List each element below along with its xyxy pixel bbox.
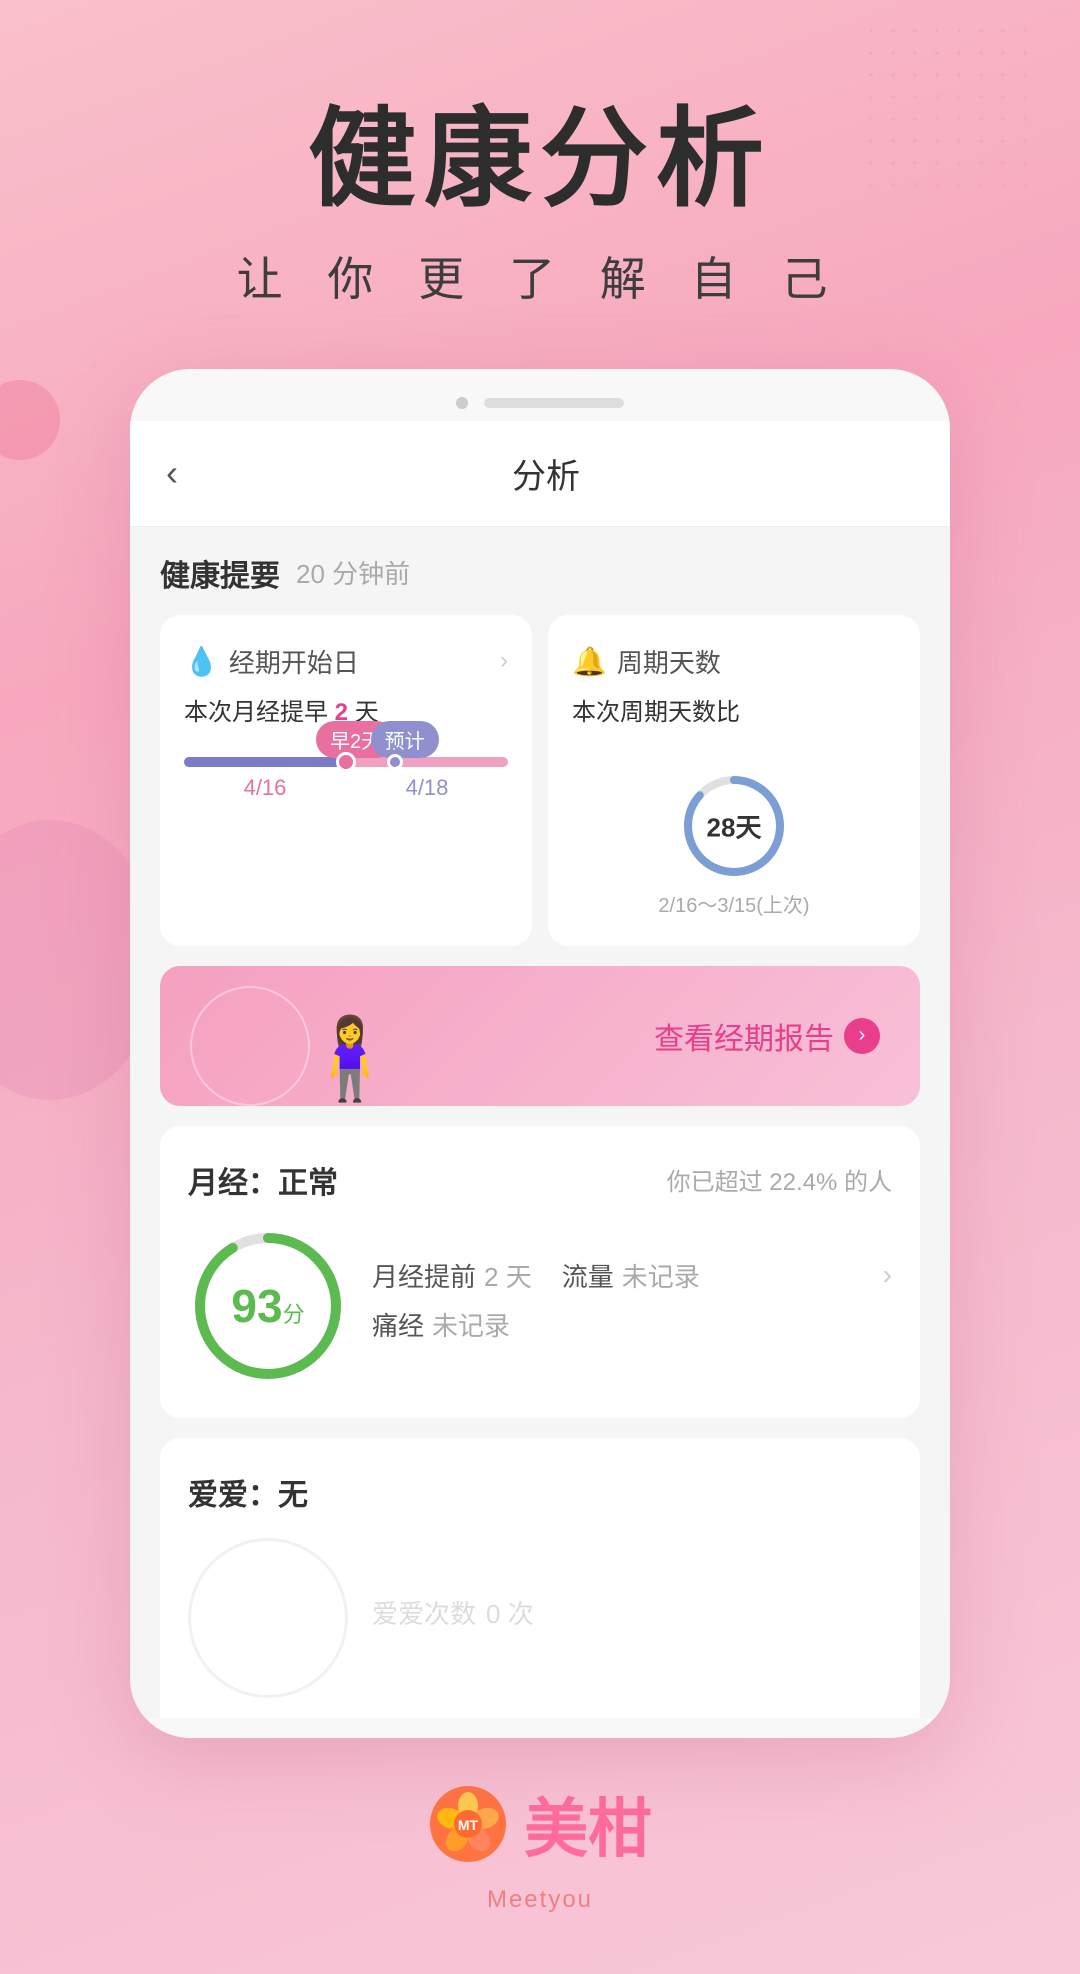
- detail3-value: 未记录: [432, 1306, 510, 1343]
- score-number: 93: [231, 1280, 282, 1332]
- banner-link-text: 查看经期报告: [654, 1014, 834, 1058]
- banner-link-arrow: ›: [844, 1018, 880, 1054]
- love-section: 爱爱：无 爱爱次数 0 次: [160, 1438, 920, 1718]
- love-body: 爱爱次数 0 次: [188, 1538, 892, 1698]
- detail2-label: 流量: [562, 1257, 614, 1294]
- love-detail-label: 爱爱次数: [372, 1594, 476, 1631]
- logo-sub: Meetyou: [487, 1886, 593, 1914]
- score-unit: 分: [283, 1302, 305, 1327]
- app-content: ‹ 分析 健康提要 20 分钟前 💧 经期开始日 ›: [130, 421, 950, 1718]
- left-circle-decoration: [0, 380, 60, 460]
- love-details: 爱爱次数 0 次: [372, 1594, 892, 1641]
- detail-item-flow: 流量 未记录: [562, 1257, 700, 1294]
- detail1-value: 2 天: [484, 1257, 532, 1294]
- phone-bar: [484, 398, 624, 408]
- cards-row: 💧 经期开始日 › 本次月经提早 2 天 早2天: [160, 615, 920, 946]
- timeline-container: 早2天 预计 4/16 4/18: [184, 757, 508, 801]
- love-detail-value: 0 次: [486, 1594, 534, 1631]
- date-predict: 4/18: [406, 775, 449, 801]
- score-text: 93分: [231, 1279, 304, 1333]
- logo-row: MT 美柑: [428, 1778, 652, 1870]
- cycle-date-range: 2/16～3/15(上次): [572, 889, 896, 918]
- cycle-title-row: 🔔 周期天数: [572, 643, 721, 680]
- phone-mockup: ‹ 分析 健康提要 20 分钟前 💧 经期开始日 ›: [130, 369, 950, 1738]
- menstrual-body: 93分 月经提前 2 天 流量 未记录 ›: [188, 1226, 892, 1386]
- timeline-labels: 4/16 4/18: [184, 775, 508, 801]
- cycle-card-header: 🔔 周期天数: [572, 643, 721, 680]
- badge-predict: 预计: [371, 721, 439, 758]
- health-summary-time: 20 分钟前: [296, 554, 410, 591]
- svg-text:MT: MT: [458, 1817, 479, 1833]
- banner-circle-deco: [190, 986, 310, 1106]
- cycle-days-text: 28天: [707, 807, 762, 844]
- period-icon: 💧: [184, 645, 219, 678]
- detail-item-pain: 痛经 未记录: [372, 1306, 510, 1343]
- cycle-icon: 🔔: [572, 645, 607, 678]
- pink-banner[interactable]: 🧍‍♀️ 查看经期报告 ›: [160, 966, 920, 1106]
- dot-purple: [387, 754, 403, 770]
- nav-back-button[interactable]: ‹: [166, 452, 178, 494]
- nav-title: 分析: [178, 449, 914, 498]
- detail-item-period-early: 月经提前 2 天: [372, 1257, 532, 1294]
- period-desc-prefix: 本次月经提早: [184, 699, 328, 726]
- period-card-arrow: ›: [500, 647, 508, 675]
- phone-dot: [456, 397, 468, 409]
- dots-decoration: [840, 20, 1040, 220]
- menstrual-header: 月经：正常 你已超过 22.4% 的人: [188, 1158, 892, 1202]
- menstrual-title: 月经：正常: [188, 1158, 338, 1202]
- dot-pink: [336, 752, 356, 772]
- app-logo-icon: MT: [428, 1784, 508, 1864]
- health-summary-header: 健康提要 20 分钟前: [160, 551, 920, 595]
- detail2-value: 未记录: [622, 1257, 700, 1294]
- detail-arrow[interactable]: ›: [883, 1259, 892, 1291]
- love-circle-placeholder: [188, 1538, 348, 1698]
- sub-title: 让 你 更 了 解 自 己: [0, 243, 1080, 309]
- period-title-row: 💧 经期开始日: [184, 643, 359, 680]
- cycle-card-title: 周期天数: [617, 643, 721, 680]
- detail-row-2: 痛经 未记录: [372, 1306, 892, 1343]
- cycle-circle: 28天: [679, 771, 789, 881]
- cycle-card[interactable]: 🔔 周期天数 本次周期天数比 28天: [548, 615, 920, 946]
- bottom-logo: MT 美柑 Meetyou: [0, 1738, 1080, 1974]
- logo-text: 美柑: [524, 1778, 652, 1870]
- period-card-title: 经期开始日: [229, 643, 359, 680]
- score-circle: 93分: [188, 1226, 348, 1386]
- timeline-bar: 早2天 预计: [184, 757, 508, 767]
- love-header: 爱爱：无: [188, 1470, 892, 1514]
- cycle-desc-prefix: 本次周期天数比: [572, 699, 740, 726]
- period-card[interactable]: 💧 经期开始日 › 本次月经提早 2 天 早2天: [160, 615, 532, 946]
- health-summary-section: 健康提要 20 分钟前 💧 经期开始日 › 本次月经提早: [130, 527, 950, 946]
- date-actual: 4/16: [244, 775, 287, 801]
- detail1-label: 月经提前: [372, 1257, 476, 1294]
- detail-row-1: 月经提前 2 天 流量 未记录 ›: [372, 1257, 892, 1294]
- menstrual-subtitle: 你已超过 22.4% 的人: [667, 1162, 892, 1197]
- menstrual-section: 月经：正常 你已超过 22.4% 的人 93分: [160, 1126, 920, 1418]
- love-title: 爱爱：无: [188, 1470, 308, 1514]
- cycle-circle-container: 28天: [572, 771, 896, 881]
- banner-link[interactable]: 查看经期报告 ›: [654, 1014, 880, 1058]
- menstrual-details: 月经提前 2 天 流量 未记录 › 痛经 未记录: [372, 1257, 892, 1355]
- nav-bar: ‹ 分析: [130, 421, 950, 527]
- banner-figure: 🧍‍♀️: [300, 1012, 400, 1106]
- detail3-label: 痛经: [372, 1306, 424, 1343]
- love-detail-row: 爱爱次数 0 次: [372, 1594, 892, 1631]
- cycle-card-desc: 本次周期天数比: [572, 692, 740, 727]
- health-summary-label: 健康提要: [160, 551, 280, 595]
- period-card-header: 💧 经期开始日 ›: [184, 643, 508, 680]
- phone-top-bar: [130, 389, 950, 421]
